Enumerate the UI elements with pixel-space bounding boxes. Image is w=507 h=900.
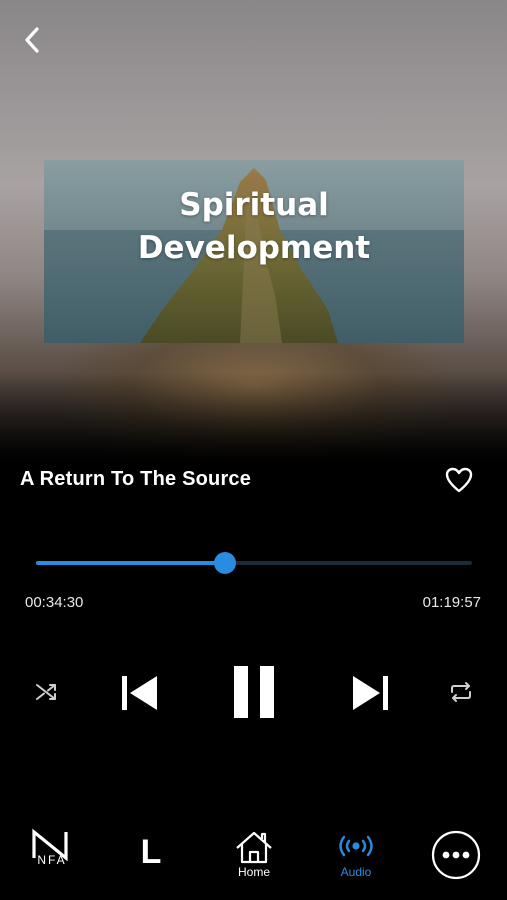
album-cover: Spiritual Development — [44, 160, 464, 343]
shuffle-icon — [36, 684, 56, 700]
skip-next-icon — [353, 676, 388, 710]
tab-home-label: Home — [237, 865, 270, 879]
more-button[interactable] — [431, 830, 481, 880]
track-title: A Return To The Source — [20, 468, 252, 490]
cover-title: Spiritual Development — [44, 184, 464, 270]
tab-audio[interactable]: Audio — [330, 832, 382, 879]
tab-audio-label: Audio — [340, 865, 372, 879]
hero-background: Spiritual Development — [0, 0, 507, 462]
repeat-icon — [451, 682, 471, 702]
back-button[interactable] — [14, 22, 50, 58]
tab-home[interactable]: Home — [228, 830, 280, 879]
skip-previous-icon — [122, 676, 157, 710]
previous-button[interactable] — [116, 670, 162, 716]
next-button[interactable] — [348, 670, 394, 716]
tab-l-label: L — [140, 833, 162, 871]
heart-outline-icon — [445, 467, 473, 493]
home-icon — [236, 831, 272, 864]
cover-title-line-2: Development — [137, 230, 371, 266]
pause-icon — [234, 666, 274, 718]
chevron-left-icon — [25, 27, 39, 53]
total-duration: 01:19:57 — [422, 594, 481, 611]
elapsed-time: 00:34:30 — [25, 594, 84, 611]
repeat-button[interactable] — [444, 676, 478, 708]
progress-thumb[interactable] — [213, 552, 236, 574]
progress-fill — [36, 561, 225, 565]
favorite-button[interactable] — [444, 466, 474, 494]
shuffle-button[interactable] — [30, 676, 64, 708]
more-horizontal-icon — [431, 830, 481, 880]
cover-title-line-1: Spiritual — [179, 187, 329, 223]
tab-l[interactable]: L — [128, 832, 174, 872]
broadcast-icon — [339, 835, 373, 857]
tab-nfa[interactable]: NFA — [28, 828, 76, 867]
pause-button[interactable] — [228, 662, 280, 722]
playback-progress-slider[interactable] — [36, 552, 472, 574]
hero-fade — [0, 372, 507, 462]
